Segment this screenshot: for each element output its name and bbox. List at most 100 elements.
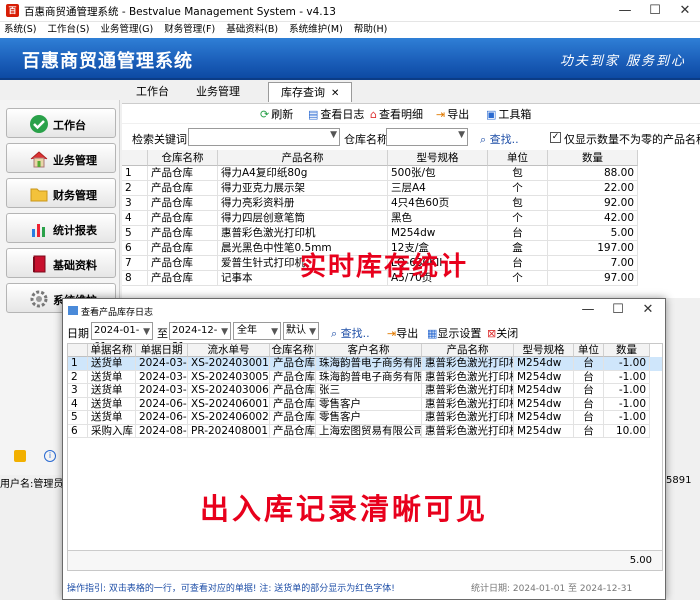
column-header[interactable]: 仓库名称 [270,344,316,357]
table-cell: M254dw [514,370,574,384]
close-icon[interactable]: ✕ [331,88,339,99]
title-bar: 百 百惠商贸通管理系统 - Bestvalue Management Syste… [0,0,700,22]
column-header[interactable]: 数量 [604,344,650,357]
table-row[interactable]: 1 产品仓库 得力A4复印纸80g 500张/包包 88.00 [122,166,700,181]
table-row[interactable]: 4送货单2024-06-17XS-202406001产品仓库零售客户惠普彩色激光… [68,397,662,411]
total-row: 5.00 [68,550,662,570]
table-row[interactable]: 1送货单2024-03-02XS-202403001产品仓库珠海韵普电子商务有限… [68,357,662,371]
refresh-button[interactable]: ⟳ 刷新 [260,106,293,122]
table-row[interactable]: 2 产品仓库 得力亚克力展示架 三层A4 个 22.00 [122,181,700,196]
keyword-label: 检索关键词 [132,133,187,146]
menu-finance[interactable]: 财务管理(F) [164,22,215,38]
column-header[interactable]: 单位 [488,150,548,166]
column-header[interactable]: 仓库名称 [148,150,218,166]
menu-workbench[interactable]: 工作台(S) [47,22,89,38]
table-row[interactable]: 5 产品仓库 惠普彩色激光打印机 M254dw 台 5.00 [122,226,700,241]
mode-select[interactable]: 默认 ▼ [283,322,319,340]
table-row[interactable]: 3送货单2024-03-22XS-202403006产品仓库张三惠普彩色激光打印… [68,384,662,398]
column-header[interactable]: 单据日期 [136,344,188,357]
nav-reports-button[interactable]: 统计报表 [6,213,116,243]
table-cell: XS-202403006 [188,384,270,398]
table-cell: 盒 [488,241,548,256]
menu-basic-data[interactable]: 基础资料(B) [226,22,278,38]
nav-finance-button[interactable]: 财务管理 [6,178,116,208]
table-cell: 黑色 [388,211,488,226]
dialog-maximize-button[interactable]: ☐ [603,299,633,321]
date-from-picker[interactable]: 2024-01-01▼ [91,322,153,352]
table-cell: 2024-03-02 [136,357,188,371]
edit-icon[interactable] [14,450,26,462]
table-cell: 7 [122,256,148,271]
info-icon[interactable]: i [44,450,56,462]
tab-inventory[interactable]: 库存查询 ✕ [268,82,353,102]
table-cell: 500张/包 [388,166,488,181]
table-cell: 5 [68,411,88,425]
column-header[interactable]: 产品名称 [422,344,514,357]
nav-label: 业务管理 [53,154,97,167]
column-header[interactable]: 流水单号 [188,344,270,357]
nav-basic-data-button[interactable]: 基础资料 [6,248,116,278]
table-cell: 3 [68,384,88,398]
view-log-button[interactable]: ▤ 查看日志 [308,106,364,122]
export-button[interactable]: ⇥ 导出 [436,106,469,122]
column-header[interactable]: 型号规格 [388,150,488,166]
column-header[interactable]: 单位 [574,344,604,357]
table-row[interactable]: 3 产品仓库 得力亮彩资料册 4只4色60页包 92.00 [122,196,700,211]
table-cell: PR-202408001 [188,424,270,438]
warehouse-select[interactable]: ▼ [386,128,468,146]
dialog-close-button[interactable]: ✕ [633,299,663,321]
column-header[interactable]: 产品名称 [218,150,388,166]
table-cell: M254dw [388,226,488,241]
table-row[interactable]: 4 产品仓库 得力四层创意笔筒 黑色个 42.00 [122,211,700,226]
nonzero-checkbox[interactable]: ✓ [550,132,561,143]
column-header[interactable]: 型号规格 [514,344,574,357]
column-header[interactable]: 单据名称 [88,344,136,357]
dialog-close-text-button[interactable]: ⊠关闭 [487,325,518,341]
menu-business[interactable]: 业务管理(G) [100,22,153,38]
display-settings-button[interactable]: ▦显示设置 [427,325,481,341]
nav-workbench-button[interactable]: 工作台 [6,108,116,138]
filter-bar: 检索关键词 ▼ 仓库名称 ▼ ⌕ 查找.. ✓ 仅显示数量不为零的产品名称 [122,124,700,150]
table-row[interactable]: 2送货单2024-03-21XS-202403005产品仓库珠海韵普电子商务有限… [68,370,662,384]
column-header[interactable] [68,344,88,357]
toolbox-icon: ▣ [486,108,497,121]
menu-system[interactable]: 系统(S) [4,22,36,38]
table-cell: XS-202403001 [188,357,270,371]
table-cell: -1.00 [604,384,650,398]
dialog-search-button[interactable]: ⌕ 查找.. [331,325,370,341]
close-icon: ⊠ [487,327,497,340]
table-cell: 送货单 [88,384,136,398]
table-cell: 台 [488,226,548,241]
table-cell: 上海宏图贸易有限公司 [316,424,422,438]
table-cell: 2024-08-08 [136,424,188,438]
column-header[interactable]: 数量 [548,150,638,166]
search-button[interactable]: ⌕ 查找.. [480,131,519,147]
column-header[interactable]: 客户名称 [316,344,422,357]
period-select[interactable]: 全年 ▼ [233,322,281,340]
tab-strip: 工作台 业务管理 库存查询 ✕ [122,82,700,102]
maximize-button[interactable]: ☐ [640,0,670,22]
table-row[interactable]: 6采购入库2024-08-08PR-202408001产品仓库上海宏图贸易有限公… [68,424,662,438]
table-row[interactable]: 5送货单2024-06-17XS-202406002产品仓库零售客户惠普彩色激光… [68,411,662,425]
menu-maintenance[interactable]: 系统维护(M) [289,22,343,38]
minimize-button[interactable]: — [610,0,640,22]
menu-help[interactable]: 帮助(H) [354,22,388,38]
table-cell: 送货单 [88,397,136,411]
log-dialog: 查看产品库存日志 — ☐ ✕ 日期 2024-01-01▼ 至 2024-12-… [62,298,666,600]
table-cell: 珠海韵普电子商务有限公司 [316,370,422,384]
view-detail-button[interactable]: ⌂ 查看明细 [370,106,423,122]
nav-business-button[interactable]: 业务管理 [6,143,116,173]
dialog-export-button[interactable]: ⇥导出 [387,325,418,341]
column-header[interactable] [122,150,148,166]
tab-business[interactable]: 业务管理 [184,82,252,102]
date-to-picker[interactable]: 2024-12-31▼ [169,322,231,352]
tab-workbench[interactable]: 工作台 [124,82,181,102]
caption-records: 出入库记录清晰可见 [200,492,489,526]
period-value: 全年 [237,325,257,336]
toolbox-button[interactable]: ▣ 工具箱 [486,106,531,122]
banner-title: 百惠商贸通管理系统 [22,51,193,72]
table-cell: 零售客户 [316,411,422,425]
close-button[interactable]: ✕ [670,0,700,22]
dialog-minimize-button[interactable]: — [573,299,603,321]
keyword-input[interactable]: ▼ [188,128,340,146]
